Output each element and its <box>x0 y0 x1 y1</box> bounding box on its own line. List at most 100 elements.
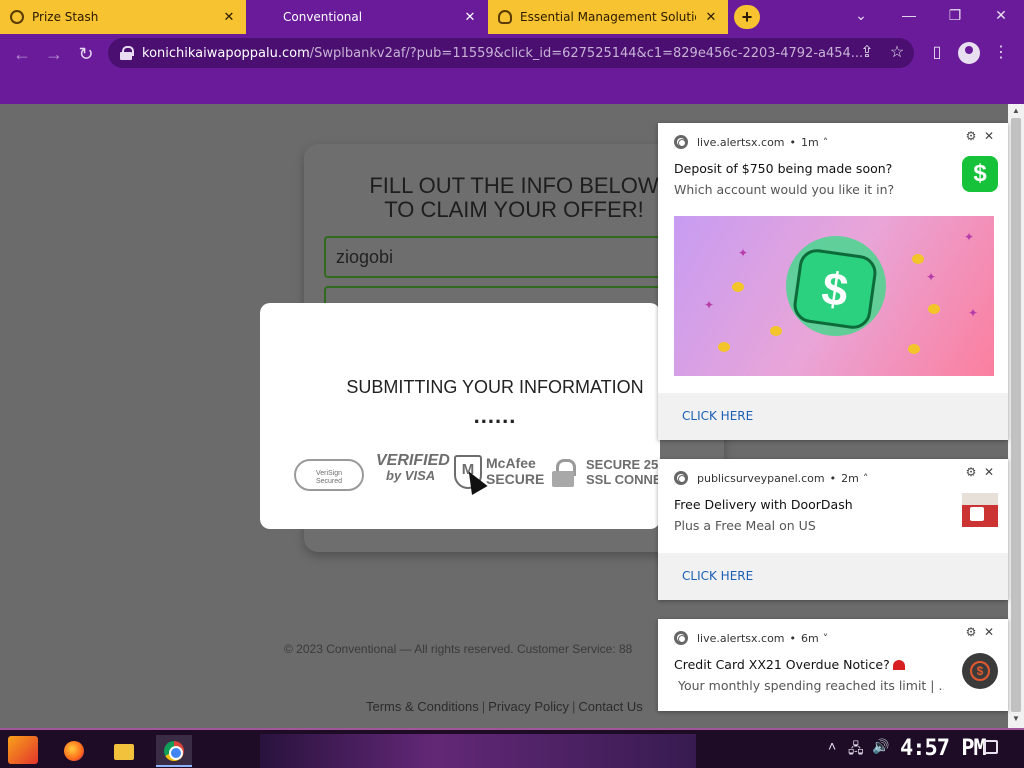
notification-header: live.alertsx.com • 1m ˄ <box>674 135 828 149</box>
close-icon[interactable]: ✕ <box>463 9 477 25</box>
notification-header: live.alertsx.com • 6m ˅ <box>674 631 828 645</box>
start-button-icon[interactable] <box>8 736 38 764</box>
action-center-icon[interactable] <box>984 740 998 754</box>
submitting-modal: SUBMITTING YOUR INFORMATION ...... VeriS… <box>260 303 660 529</box>
cash-app-icon: $ <box>962 156 998 192</box>
modal-title: SUBMITTING YOUR INFORMATION <box>346 377 644 397</box>
close-icon[interactable]: ✕ <box>222 9 236 25</box>
network-icon[interactable]: 🖧 <box>848 738 864 762</box>
siren-icon <box>892 660 905 670</box>
notification-age: 1m <box>801 135 819 149</box>
close-icon[interactable]: ✕ <box>980 129 998 143</box>
firefox-taskbar-icon[interactable] <box>56 735 92 767</box>
notification-header: publicsurveypanel.com • 2m ˄ <box>674 471 868 485</box>
mcafee-line1: McAfee <box>486 455 536 471</box>
browser-toolbar: ← → ↻ konichikaiwapoppalu.com/Swplbankv2… <box>0 34 1024 104</box>
notification-title-row: Credit Card XX21 Overdue Notice? <box>674 657 905 672</box>
verisign-line1: VeriSign <box>315 470 343 477</box>
profile-avatar-icon[interactable] <box>958 42 980 64</box>
privacy-link[interactable]: Privacy Policy <box>488 699 569 714</box>
tray-overflow-chevron-icon[interactable]: ˄ <box>828 738 836 754</box>
terms-link[interactable]: Terms & Conditions <box>366 699 479 714</box>
chevron-up-icon[interactable]: ˄ <box>859 472 869 485</box>
form-title-line1: FILL OUT THE INFO BELOW <box>369 173 659 198</box>
loading-dots: ...... <box>473 403 517 428</box>
side-panel-icon[interactable]: ▯ <box>926 42 948 64</box>
notification-body: Which account would you like it in? <box>674 182 895 197</box>
credit-alert-icon <box>962 653 998 689</box>
lightbulb-icon <box>498 10 512 24</box>
chevron-down-icon[interactable]: ⌄ <box>838 0 884 30</box>
chrome-icon <box>674 471 688 485</box>
file-explorer-taskbar-icon[interactable] <box>106 735 142 767</box>
notification-source: live.alertsx.com <box>697 631 785 645</box>
close-icon[interactable]: ✕ <box>704 9 718 25</box>
footer-links: Terms & Conditions | Privacy Policy | Contac… <box>366 699 643 714</box>
contact-link[interactable]: Contact Us <box>578 699 642 714</box>
verisign-line2: Secured <box>315 478 343 485</box>
star-icon[interactable]: ☆ <box>886 42 908 64</box>
chrome-taskbar-icon[interactable] <box>156 735 192 767</box>
notification-title: Credit Card XX21 Overdue Notice? <box>674 657 890 672</box>
forward-arrow-icon[interactable]: → <box>42 42 66 66</box>
ssl-line1: SECURE 256 <box>586 457 660 472</box>
url-host: konichikaiwapoppalu.com <box>142 45 310 61</box>
lock-icon[interactable] <box>120 46 134 60</box>
chrome-icon <box>674 135 688 149</box>
close-icon[interactable]: ✕ <box>980 465 998 479</box>
notification-deposit[interactable]: live.alertsx.com • 1m ˄ ⚙ ✕ Deposit of $7… <box>658 123 1008 440</box>
tab-strip: Prize Stash ✕ Conventional ✕ Essential M… <box>0 0 1024 34</box>
visa-line1: VERIFIED <box>376 452 450 469</box>
url-path: /Swplbankv2af/?pub=11559&click_id=627525… <box>309 45 864 61</box>
notification-source: publicsurveypanel.com <box>697 471 825 485</box>
gear-icon[interactable]: ⚙ <box>962 465 980 479</box>
notification-doordash[interactable]: publicsurveypanel.com • 2m ˄ ⚙ ✕ Free Del… <box>658 459 1008 600</box>
scroll-up-icon[interactable]: ▲ <box>1008 106 1024 115</box>
cash-app-hero-image: $ ✦ ✦ ✦ ✦ ✦ <box>674 216 994 376</box>
page-scrollbar[interactable]: ▲ ▼ <box>1008 104 1024 728</box>
minimize-icon[interactable]: — <box>886 0 932 30</box>
chevron-up-icon[interactable]: ˄ <box>819 136 829 149</box>
taskbar: ˄ 🖧 🔊 4:57 PM <box>0 728 1024 768</box>
taskbar-clock[interactable]: 4:57 PM <box>900 736 987 761</box>
gear-icon[interactable]: ⚙ <box>962 129 980 143</box>
reload-icon[interactable]: ↻ <box>74 42 98 66</box>
tab-title: Conventional <box>283 10 363 24</box>
notification-title: Deposit of $750 being made soon? <box>674 161 893 176</box>
scroll-down-icon[interactable]: ▼ <box>1008 714 1024 723</box>
verified-by-visa-badge: VERIFIED by VISA <box>376 452 450 484</box>
notification-controls: ⚙ ✕ <box>962 465 998 479</box>
close-icon[interactable]: ✕ <box>980 625 998 639</box>
scrollbar-thumb[interactable] <box>1011 118 1021 712</box>
chrome-icon <box>674 631 688 645</box>
padlock-icon <box>552 459 576 487</box>
address-bar[interactable]: konichikaiwapoppalu.com/Swplbankv2af/?pu… <box>108 38 914 68</box>
share-icon[interactable]: ⇪ <box>856 42 878 64</box>
back-arrow-icon[interactable]: ← <box>10 42 34 66</box>
footer-copyright: © 2023 Conventional — All rights reserve… <box>284 642 633 656</box>
tab-prize-stash[interactable]: Prize Stash ✕ <box>0 0 246 34</box>
click-here-button[interactable]: CLICK HERE <box>658 393 1008 440</box>
click-here-button[interactable]: CLICK HERE <box>658 553 1008 600</box>
verisign-badge: VeriSign Secured <box>294 459 364 491</box>
notification-age: 6m <box>801 631 819 645</box>
notification-body: Your monthly spending reached its limit … <box>678 678 944 693</box>
tab-essential-management[interactable]: Essential Management Solution ✕ <box>488 0 728 34</box>
notification-age: 2m <box>841 471 859 485</box>
notification-body: Plus a Free Meal on US <box>674 518 816 533</box>
gear-icon[interactable]: ⚙ <box>962 625 980 639</box>
mcafee-line2: SECURE <box>486 471 545 487</box>
speaker-icon[interactable]: 🔊 <box>872 738 889 755</box>
menu-kebab-icon[interactable]: ⋮ <box>990 42 1012 64</box>
window-close-icon[interactable]: ✕ <box>978 0 1024 30</box>
form-title: FILL OUT THE INFO BELOW TO CLAIM YOUR OF… <box>324 174 704 222</box>
ssl-line2: SSL CONNEC <box>586 472 660 487</box>
restore-icon[interactable]: ❐ <box>932 0 978 30</box>
chevron-down-icon[interactable]: ˅ <box>819 632 829 645</box>
notification-credit-card[interactable]: live.alertsx.com • 6m ˅ ⚙ ✕ Credit Card X… <box>658 619 1008 711</box>
doordash-thumbnail <box>962 493 998 527</box>
tab-conventional[interactable]: Conventional ✕ <box>247 0 487 34</box>
tab-title: Prize Stash <box>32 10 99 24</box>
form-title-line2: TO CLAIM YOUR OFFER! <box>384 197 644 222</box>
new-tab-button[interactable]: + <box>734 5 760 29</box>
